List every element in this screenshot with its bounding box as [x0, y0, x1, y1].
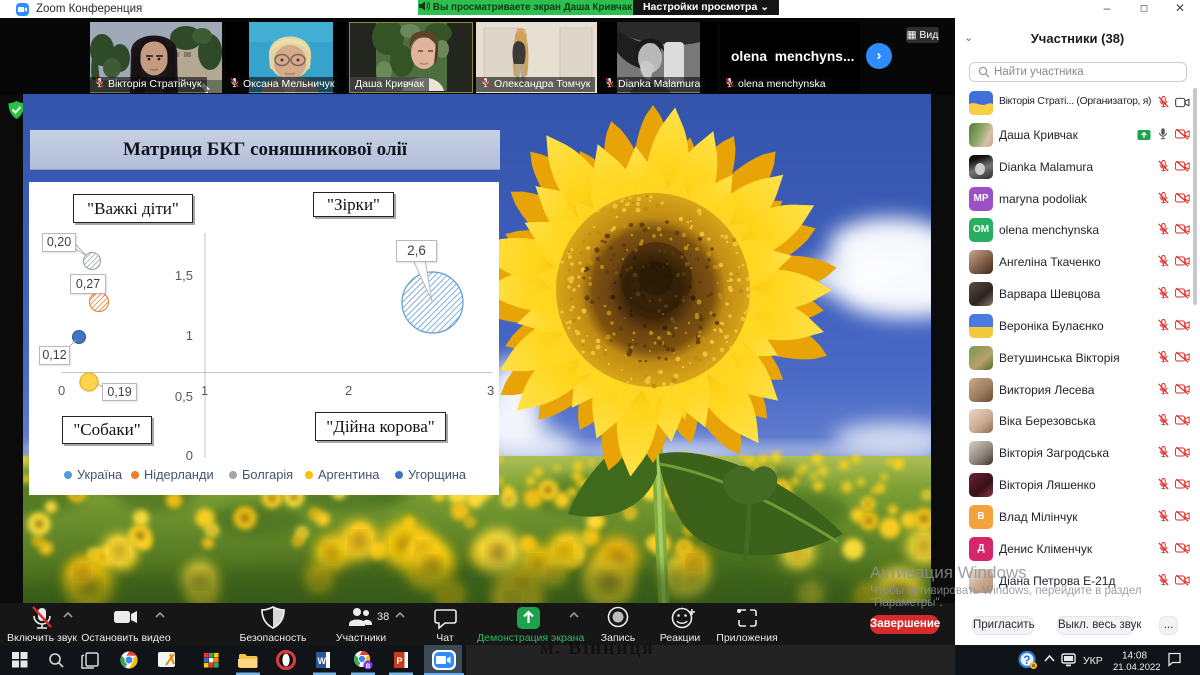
svg-text:14:08: 14:08: [1122, 651, 1147, 662]
svg-text:21.04.2022: 21.04.2022: [1113, 662, 1161, 673]
svg-text:P: P: [397, 656, 403, 666]
svg-text:?: ?: [1023, 655, 1030, 667]
svg-text:B: B: [366, 663, 371, 670]
svg-text:38: 38: [377, 611, 389, 623]
svg-text:УКР: УКР: [1083, 655, 1103, 667]
svg-text:W: W: [318, 656, 327, 666]
